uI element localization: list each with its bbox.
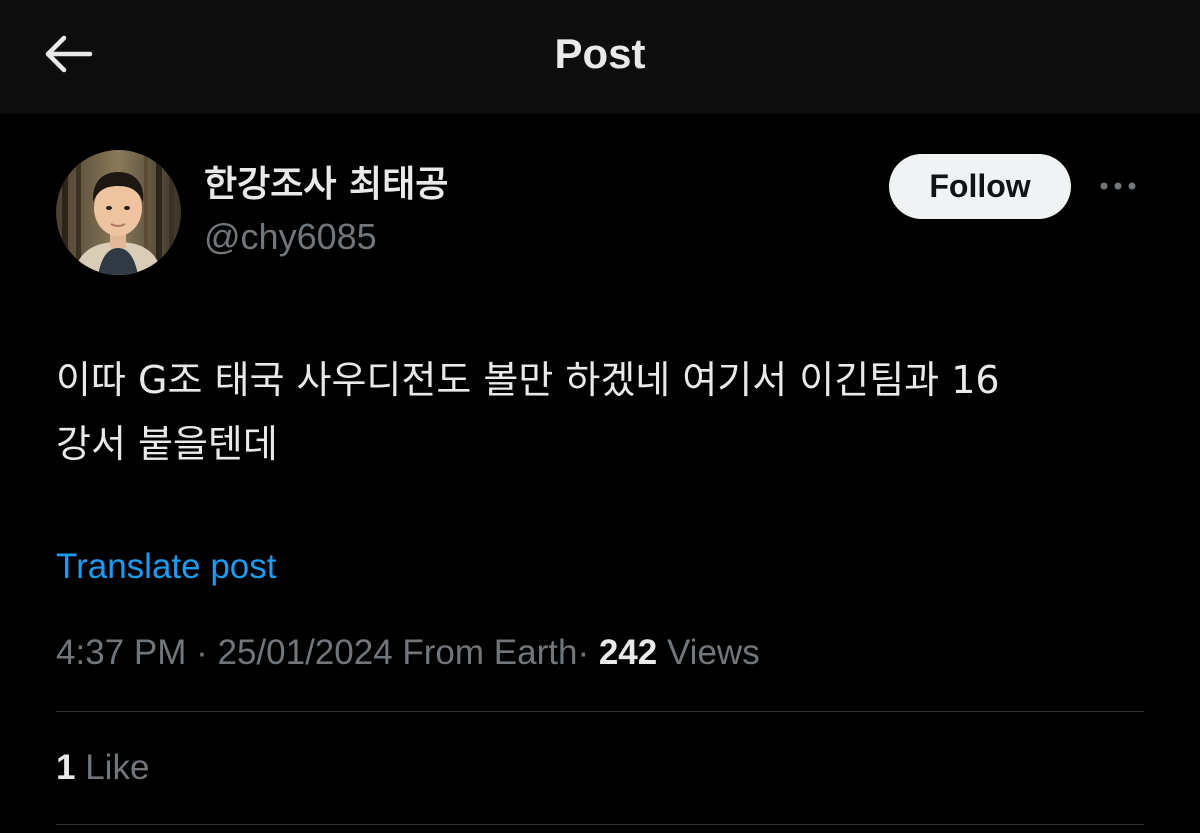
post-time[interactable]: 4:37 PM	[56, 633, 186, 672]
likes-link[interactable]: 1 Like	[56, 745, 149, 791]
post-date[interactable]: 25/01/2024	[217, 633, 392, 672]
views-count: 242	[598, 633, 658, 672]
avatar-photo	[56, 150, 181, 275]
back-button[interactable]	[36, 26, 100, 82]
top-bar: Post	[0, 0, 1200, 114]
meta-separator: ·	[196, 633, 208, 672]
author-display-name[interactable]: 한강조사 최태공	[204, 162, 448, 208]
post-text: 이따 G조 태국 사우디전도 볼만 하겠네 여기서 이긴팀과 16 강서 붙을텐…	[56, 358, 1000, 466]
author-handle[interactable]: @chy6085	[204, 214, 377, 260]
avatar[interactable]	[56, 150, 181, 275]
post-location: From Earth	[402, 633, 578, 672]
more-options-button[interactable]	[1094, 166, 1142, 206]
views-label: Views	[666, 633, 760, 672]
arrow-left-icon	[45, 35, 93, 73]
follow-button[interactable]: Follow	[889, 154, 1071, 219]
translate-post-link[interactable]: Translate post	[56, 545, 276, 589]
likes-count: 1	[56, 748, 76, 787]
divider	[56, 824, 1144, 825]
divider	[56, 711, 1144, 712]
more-horizontal-icon	[1100, 182, 1136, 190]
meta-separator: ·	[577, 633, 590, 672]
post-meta: 4:37 PM · 25/01/2024 From Earth· 242 Vie…	[56, 630, 760, 676]
page-title: Post	[554, 30, 646, 77]
likes-label: Like	[85, 748, 150, 787]
